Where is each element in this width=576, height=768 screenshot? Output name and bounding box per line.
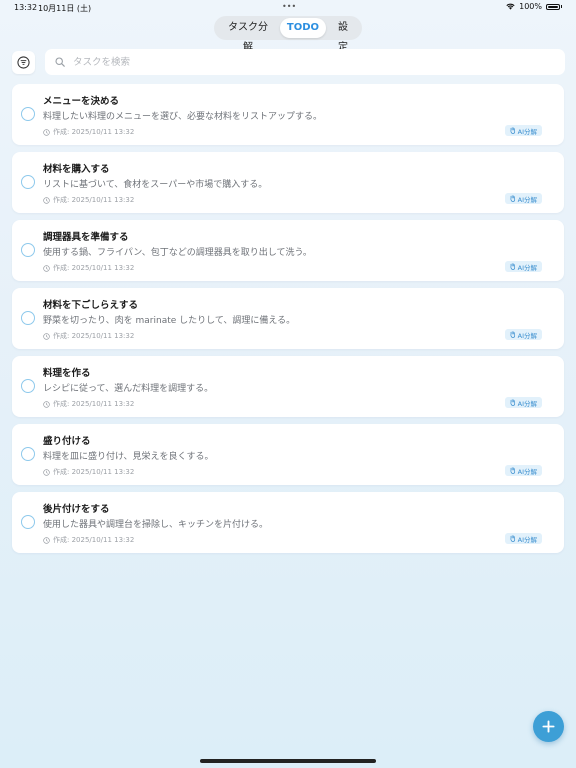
task-description: 使用した器具や調理台を掃除し、キッチンを片付ける。 xyxy=(43,520,269,530)
task-meta: 作成: 2025/10/11 13:32 xyxy=(43,195,134,205)
task-created: 作成: 2025/10/11 13:32 xyxy=(53,196,135,204)
task-title: 材料を下ごしらえする xyxy=(43,300,139,311)
ai-badge-label: AI分解 xyxy=(517,399,537,408)
task-checkbox[interactable] xyxy=(21,311,35,325)
task-card[interactable]: メニューを決める 料理したい料理のメニューを選び、必要な材料をリストアップする。… xyxy=(12,84,564,145)
task-checkbox[interactable] xyxy=(21,175,35,189)
task-checkbox[interactable] xyxy=(21,243,35,257)
search-bar xyxy=(45,49,565,75)
ai-badge: AI分解 xyxy=(504,465,542,476)
clock-icon xyxy=(43,400,50,408)
task-created: 作成: 2025/10/11 13:32 xyxy=(53,468,135,476)
task-card[interactable]: 料理を作る レシピに従って、選んだ料理を調理する。 作成: 2025/10/11… xyxy=(12,356,564,417)
task-checkbox[interactable] xyxy=(21,379,35,393)
hand-icon xyxy=(510,331,515,338)
multitasking-dots[interactable]: ••• xyxy=(282,2,296,11)
ai-badge: AI分解 xyxy=(504,329,542,340)
task-title: メニューを決める xyxy=(43,96,120,107)
clock-icon xyxy=(43,128,50,136)
task-meta: 作成: 2025/10/11 13:32 xyxy=(43,467,134,477)
search-icon xyxy=(55,57,65,67)
ai-badge: AI分解 xyxy=(504,397,542,408)
battery-tip xyxy=(561,5,562,8)
task-title: 後片付けをする xyxy=(43,504,110,515)
tab-switcher: タスク分解 TODO 設定 xyxy=(214,16,362,53)
task-created: 作成: 2025/10/11 13:32 xyxy=(53,264,135,272)
task-description: 使用する鍋、フライパン、包丁などの調理器具を取り出して洗う。 xyxy=(43,248,312,258)
task-list: メニューを決める 料理したい料理のメニューを選び、必要な材料をリストアップする。… xyxy=(12,84,564,560)
ai-badge-label: AI分解 xyxy=(517,263,537,272)
task-card[interactable]: 材料を購入する リストに基づいて、食材をスーパーや市場で購入する。 作成: 20… xyxy=(12,152,564,213)
task-created: 作成: 2025/10/11 13:32 xyxy=(53,536,135,544)
task-checkbox[interactable] xyxy=(21,447,35,461)
task-checkbox[interactable] xyxy=(21,515,35,529)
clock-icon xyxy=(43,264,50,272)
task-created: 作成: 2025/10/11 13:32 xyxy=(53,332,135,340)
hand-icon xyxy=(510,263,515,270)
task-title: 材料を購入する xyxy=(43,164,110,175)
ai-badge: AI分解 xyxy=(504,125,542,136)
wifi-icon xyxy=(506,3,515,10)
ai-badge-label: AI分解 xyxy=(517,331,537,340)
task-meta: 作成: 2025/10/11 13:32 xyxy=(43,399,134,409)
clock-icon xyxy=(43,468,50,476)
home-indicator[interactable] xyxy=(200,759,376,763)
task-description: リストに基づいて、食材をスーパーや市場で購入する。 xyxy=(43,180,268,190)
filter-button[interactable] xyxy=(12,51,35,74)
task-description: レシピに従って、選んだ料理を調理する。 xyxy=(43,384,214,394)
task-card[interactable]: 材料を下ごしらえする 野菜を切ったり、肉を marinate したりして、調理に… xyxy=(12,288,564,349)
status-time: 13:32 xyxy=(14,3,38,12)
add-task-button[interactable] xyxy=(533,711,564,742)
task-description: 料理したい料理のメニューを選び、必要な材料をリストアップする。 xyxy=(43,112,323,122)
ai-badge-label: AI分解 xyxy=(517,195,537,204)
ai-badge: AI分解 xyxy=(504,193,542,204)
task-card[interactable]: 調理器具を準備する 使用する鍋、フライパン、包丁などの調理器具を取り出して洗う。… xyxy=(12,220,564,281)
task-description: 料理を皿に盛り付け、見栄えを良くする。 xyxy=(43,452,214,462)
hand-icon xyxy=(510,535,515,542)
task-created: 作成: 2025/10/11 13:32 xyxy=(53,400,135,408)
task-created: 作成: 2025/10/11 13:32 xyxy=(53,128,135,136)
task-meta: 作成: 2025/10/11 13:32 xyxy=(43,127,134,137)
tab-todo[interactable]: TODO xyxy=(279,18,327,38)
ai-badge-label: AI分解 xyxy=(517,467,537,476)
ai-badge: AI分解 xyxy=(504,533,542,544)
filter-icon xyxy=(17,56,30,69)
task-title: 料理を作る xyxy=(43,368,91,379)
task-meta: 作成: 2025/10/11 13:32 xyxy=(43,331,134,341)
ai-badge-label: AI分解 xyxy=(517,127,537,136)
ai-badge: AI分解 xyxy=(504,261,542,272)
ai-badge-label: AI分解 xyxy=(517,535,537,544)
task-checkbox[interactable] xyxy=(21,107,35,121)
tab-settings[interactable]: 設定 xyxy=(326,18,360,53)
clock-icon xyxy=(43,536,50,544)
plus-icon xyxy=(542,720,555,733)
task-title: 調理器具を準備する xyxy=(43,232,129,243)
battery-icon xyxy=(546,3,560,10)
search-input[interactable] xyxy=(71,55,535,69)
status-bar: 13:32 10月11日 (土) ••• 100% xyxy=(0,0,576,14)
battery-percent: 100% xyxy=(519,2,542,11)
tab-task-breakdown[interactable]: タスク分解 xyxy=(216,18,280,53)
clock-icon xyxy=(43,196,50,204)
task-meta: 作成: 2025/10/11 13:32 xyxy=(43,535,134,545)
clock-icon xyxy=(43,332,50,340)
task-title: 盛り付ける xyxy=(43,436,91,447)
status-right: 100% xyxy=(506,2,562,11)
task-meta: 作成: 2025/10/11 13:32 xyxy=(43,263,134,273)
task-card[interactable]: 盛り付ける 料理を皿に盛り付け、見栄えを良くする。 作成: 2025/10/11… xyxy=(12,424,564,485)
task-card[interactable]: 後片付けをする 使用した器具や調理台を掃除し、キッチンを片付ける。 作成: 20… xyxy=(12,492,564,553)
hand-icon xyxy=(510,399,515,406)
hand-icon xyxy=(510,467,515,474)
hand-icon xyxy=(510,195,515,202)
hand-icon xyxy=(510,127,515,134)
status-date: 10月11日 (土) xyxy=(38,4,92,13)
task-description: 野菜を切ったり、肉を marinate したりして、調理に備える。 xyxy=(43,316,296,326)
